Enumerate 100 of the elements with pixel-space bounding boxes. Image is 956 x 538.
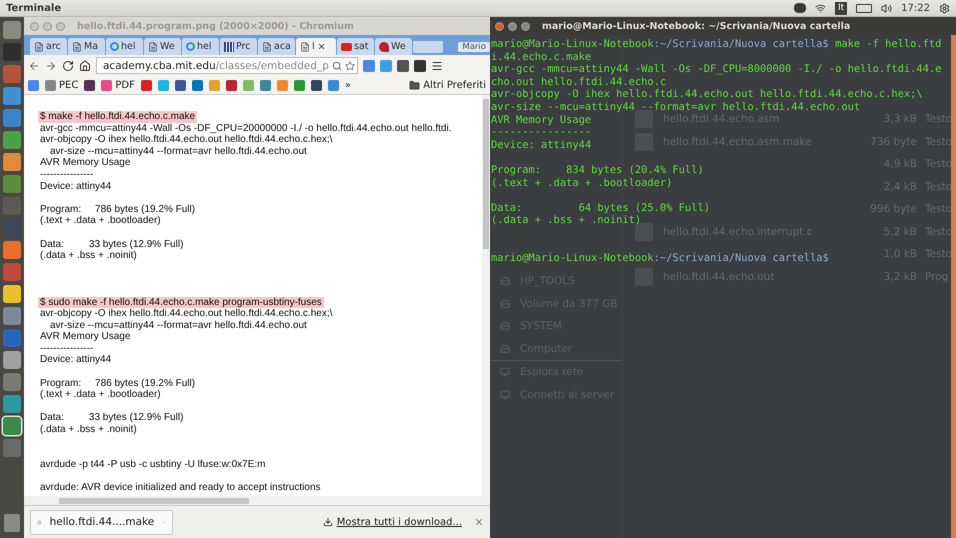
browser-tab[interactable]: arc <box>30 38 67 55</box>
output-line: AVR Memory Usage <box>39 157 132 169</box>
more-bookmarks-button[interactable]: » <box>344 80 351 90</box>
terminal-output-line: avr-size --mcu=attiny44 --format=avr hello.ftdi.44.echo.out <box>491 100 860 114</box>
app-icon[interactable] <box>3 43 21 61</box>
browser-tab[interactable]: aca <box>258 38 295 55</box>
browser-tab[interactable]: hel <box>106 38 143 55</box>
output-line: avr-size --mcu=attiny44 --format=avr hello.ftdi.44.echo.out <box>49 320 308 332</box>
output-line: Program: 786 bytes (19.2% Full) <box>39 204 196 216</box>
terminal-output-line: ---------------- <box>491 126 592 139</box>
minimize-icon[interactable] <box>43 22 52 30</box>
output-line: (.data + .bss + .noinit) <box>39 250 138 262</box>
bookmark-icon[interactable] <box>226 80 237 90</box>
volume-icon[interactable] <box>881 2 892 14</box>
terminal-output-line: cho.out hello.ftdi.44.echo.c <box>491 76 666 88</box>
forward-icon[interactable] <box>45 60 57 72</box>
app-icon[interactable] <box>3 65 21 83</box>
wifi-icon[interactable] <box>814 2 826 14</box>
download-item[interactable]: hello.ftdi.44....make <box>30 510 173 534</box>
app-icon[interactable] <box>3 21 21 39</box>
search-icon[interactable] <box>332 60 342 70</box>
profile-button[interactable]: Mario <box>458 42 490 52</box>
ring-icon <box>186 42 195 51</box>
grid-icon <box>224 42 234 52</box>
output-line: ---------------- <box>39 342 94 354</box>
star-icon[interactable] <box>344 60 355 70</box>
vertical-scrollbar[interactable] <box>482 95 490 496</box>
show-all-downloads-link[interactable]: Mostra tutti i download... <box>322 516 462 528</box>
clock[interactable]: 17:22 <box>901 2 930 14</box>
output-line: avr-objcopy -O ihex hello.ftdi.44.echo.out hello.ftdi.44.echo.c.hex;\ <box>39 134 334 146</box>
window-title: mario@Mario-Linux-Notebook: ~/Scrivania/Nuova cartella <box>542 20 850 32</box>
app-icon[interactable] <box>3 395 21 413</box>
keyboard-layout-indicator[interactable]: It <box>834 2 848 14</box>
horizontal-scrollbar[interactable] <box>24 496 490 505</box>
browser-tab[interactable]: Prc <box>220 38 257 55</box>
output-line: avr-gcc -mmcu=attiny44 -Wall -Os -DF_CPU=20000000 -I./ -o hello.ftdi.44.echo.out hello.ftdi. <box>39 122 452 134</box>
back-icon[interactable] <box>28 60 40 72</box>
app-icon[interactable] <box>3 131 21 149</box>
output-line: (.text + .data + .bootloader) <box>39 389 162 401</box>
page-icon <box>72 42 82 52</box>
network-icon <box>500 390 510 400</box>
browser-tab[interactable]: We <box>144 38 181 55</box>
minimize-icon[interactable] <box>508 22 517 30</box>
app-icon[interactable] <box>3 153 21 171</box>
terminal-output-line: Program: 834 bytes (20.4% Full) <box>491 164 704 177</box>
close-icon[interactable] <box>316 42 326 51</box>
menu-icon[interactable] <box>431 60 443 72</box>
output-line: avrdude: AVR device initialized and ready to accept instructions <box>39 482 322 494</box>
browser-tab[interactable]: l <box>296 38 336 55</box>
home-icon[interactable] <box>79 60 91 72</box>
ring-icon <box>110 42 119 51</box>
bookmark-icon[interactable] <box>310 80 322 90</box>
browser-tab[interactable]: sat <box>337 38 374 55</box>
bookmark-icon[interactable] <box>192 80 203 90</box>
drive-icon <box>500 276 510 286</box>
bookmark-icon[interactable] <box>174 80 186 90</box>
drive-icon <box>500 321 510 332</box>
close-icon[interactable] <box>474 517 484 527</box>
bookmark-icon[interactable] <box>140 80 152 90</box>
app-icon[interactable] <box>3 241 21 259</box>
maximize-icon[interactable] <box>521 22 530 30</box>
terminal-output-line: avr-gcc -mmcu=attiny44 -Wall -Os -DF_CPU=8000000 -I./ -o hello.ftdi.44.e <box>491 63 942 76</box>
app-icon[interactable] <box>3 373 21 391</box>
app-icon[interactable] <box>3 439 21 457</box>
app-icon[interactable] <box>3 87 21 105</box>
extension-icon[interactable] <box>397 60 409 72</box>
browser-tab[interactable]: Ma <box>68 38 105 55</box>
app-icon[interactable] <box>3 351 21 369</box>
maximize-icon[interactable] <box>56 22 65 30</box>
bookmark-icon[interactable] <box>84 80 96 90</box>
output-line: ---------------- <box>39 168 94 181</box>
app-icon[interactable] <box>3 285 21 303</box>
browser-tab[interactable]: We <box>375 38 412 55</box>
output-line: Device: attiny44 <box>39 354 112 366</box>
bookmark-link[interactable]: PDF <box>101 80 135 90</box>
app-icon[interactable] <box>3 329 21 347</box>
app-icon[interactable] <box>3 263 21 281</box>
output-line: avr-size --mcu=attiny44 --format=avr hello.ftdi.44.echo.out <box>49 146 308 158</box>
terminal-output-line: (.data + .bss + .noinit) <box>491 214 642 227</box>
browser-tab[interactable]: hel <box>182 38 219 55</box>
play-icon <box>341 42 352 50</box>
app-icon[interactable] <box>3 417 21 435</box>
settings-icon[interactable] <box>939 2 950 14</box>
folder-icon <box>409 80 420 90</box>
other-bookmarks-folder[interactable]: Altri Preferiti <box>409 80 486 90</box>
address-bar[interactable]: academy.cba.mit.edu/classes/embedded_p <box>96 57 358 74</box>
page-icon <box>262 42 272 52</box>
terminal-output-line: avr-objcopy -O ihex hello.ftdi.44.echo.out hello.ftdi.44.echo.c.hex;\ <box>491 88 923 101</box>
extension-icon[interactable] <box>414 60 426 72</box>
app-icon[interactable] <box>3 307 21 325</box>
network-icon <box>500 367 510 378</box>
page-icon <box>34 42 44 52</box>
battery-icon[interactable] <box>856 4 872 12</box>
app-icon[interactable] <box>3 109 21 127</box>
terminal-output-line: i.44.echo.c.make <box>491 50 592 64</box>
app-icon[interactable] <box>3 175 21 193</box>
reload-icon[interactable] <box>62 60 74 72</box>
bookmark-link[interactable]: PEC <box>45 80 78 90</box>
prompt-line: mario@Mario-Linux-Notebook:~/Scrivania/Nuova cartella$ make -f hello.ftd <box>491 38 942 51</box>
drive-icon <box>500 298 510 309</box>
